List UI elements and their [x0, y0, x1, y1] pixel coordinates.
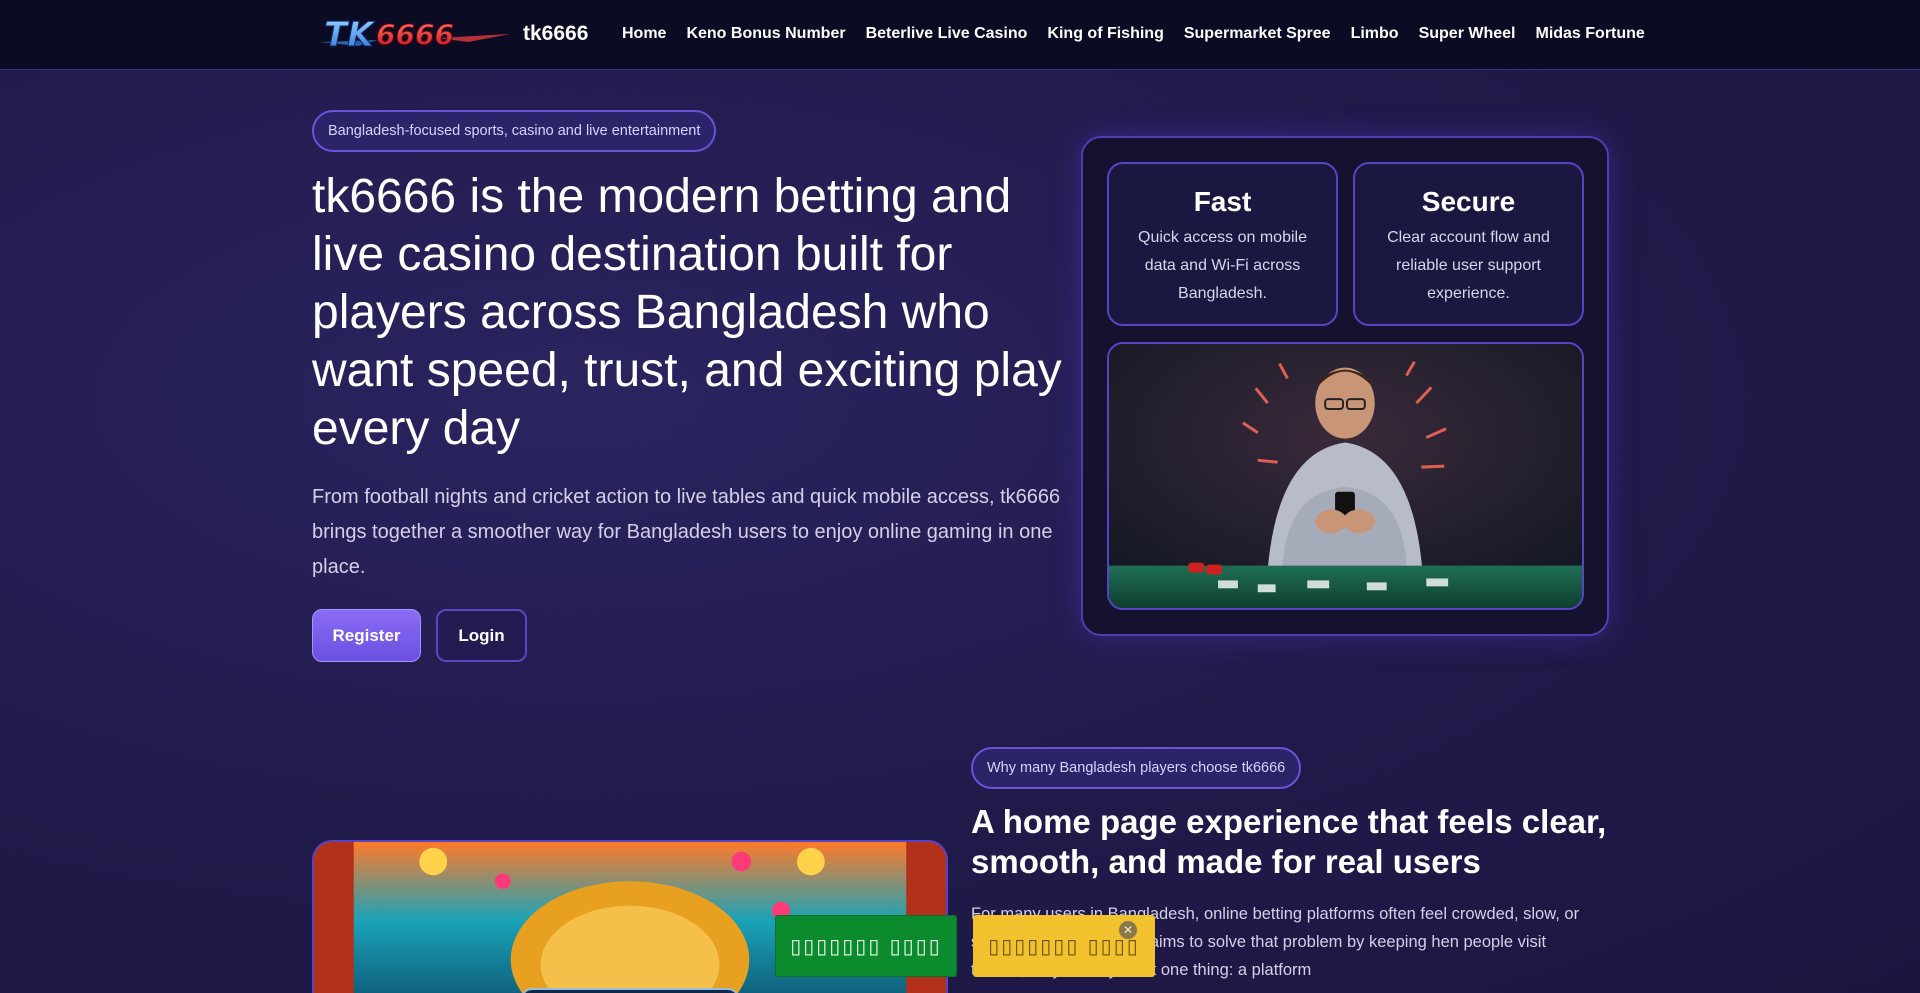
feature-title: Fast [1193, 186, 1252, 217]
login-button[interactable]: Login [436, 609, 527, 662]
site-header: TK 6666 tk6666 Home Keno Bonus Number Be… [0, 0, 1920, 70]
nav-limbo[interactable]: Limbo [1351, 25, 1399, 43]
player-photo [1107, 342, 1584, 610]
feature-title: Secure [1421, 186, 1516, 217]
svg-text:TK: TK [324, 15, 376, 55]
section-title: A home page experience that feels clear,… [971, 803, 1607, 880]
nav-super-wheel[interactable]: Super Wheel [1419, 25, 1516, 43]
brand-name[interactable]: tk6666 [523, 22, 588, 46]
promo-button-green[interactable]: ▯▯▯▯▯▯▯ ▯▯▯▯ [775, 915, 957, 977]
feature-text: Clear account flow and reliable user sup… [1387, 229, 1550, 302]
feature-secure: Secure Clear account flow and reliable u… [1353, 162, 1584, 326]
logo-graphic: TK 6666 [320, 15, 510, 56]
register-button[interactable]: Register [312, 609, 421, 662]
main-nav: Home Keno Bonus Number Beterlive Live Ca… [622, 25, 1665, 43]
nav-midas-fortune[interactable]: Midas Fortune [1535, 25, 1644, 43]
feature-text: Quick access on mobile data and Wi-Fi ac… [1138, 229, 1307, 302]
site-logo[interactable]: TK 6666 [318, 12, 512, 56]
close-icon[interactable]: ✕ [1119, 921, 1137, 939]
player-with-phone-image [1109, 344, 1582, 608]
why-tag-pill: Why many Bangladesh players choose tk666… [971, 747, 1302, 789]
hero-title: tk6666 is the modern betting and live ca… [312, 170, 1062, 455]
feature-fast: Fast Quick access on mobile data and Wi-… [1107, 162, 1338, 326]
nav-supermarket-spree[interactable]: Supermarket Spree [1184, 25, 1331, 43]
hero-subtitle: From football nights and cricket action … [312, 486, 1061, 578]
nav-king-of-fishing[interactable]: King of Fishing [1047, 25, 1163, 43]
feature-card: Fast Quick access on mobile data and Wi-… [1081, 136, 1609, 636]
nav-home[interactable]: Home [622, 25, 666, 43]
nav-beterlive-live-casino[interactable]: Beterlive Live Casino [866, 25, 1028, 43]
svg-text:6666: 6666 [376, 18, 454, 51]
hero-tag-pill: Bangladesh-focused sports, casino and li… [312, 110, 717, 152]
nav-keno-bonus-number[interactable]: Keno Bonus Number [686, 25, 845, 43]
